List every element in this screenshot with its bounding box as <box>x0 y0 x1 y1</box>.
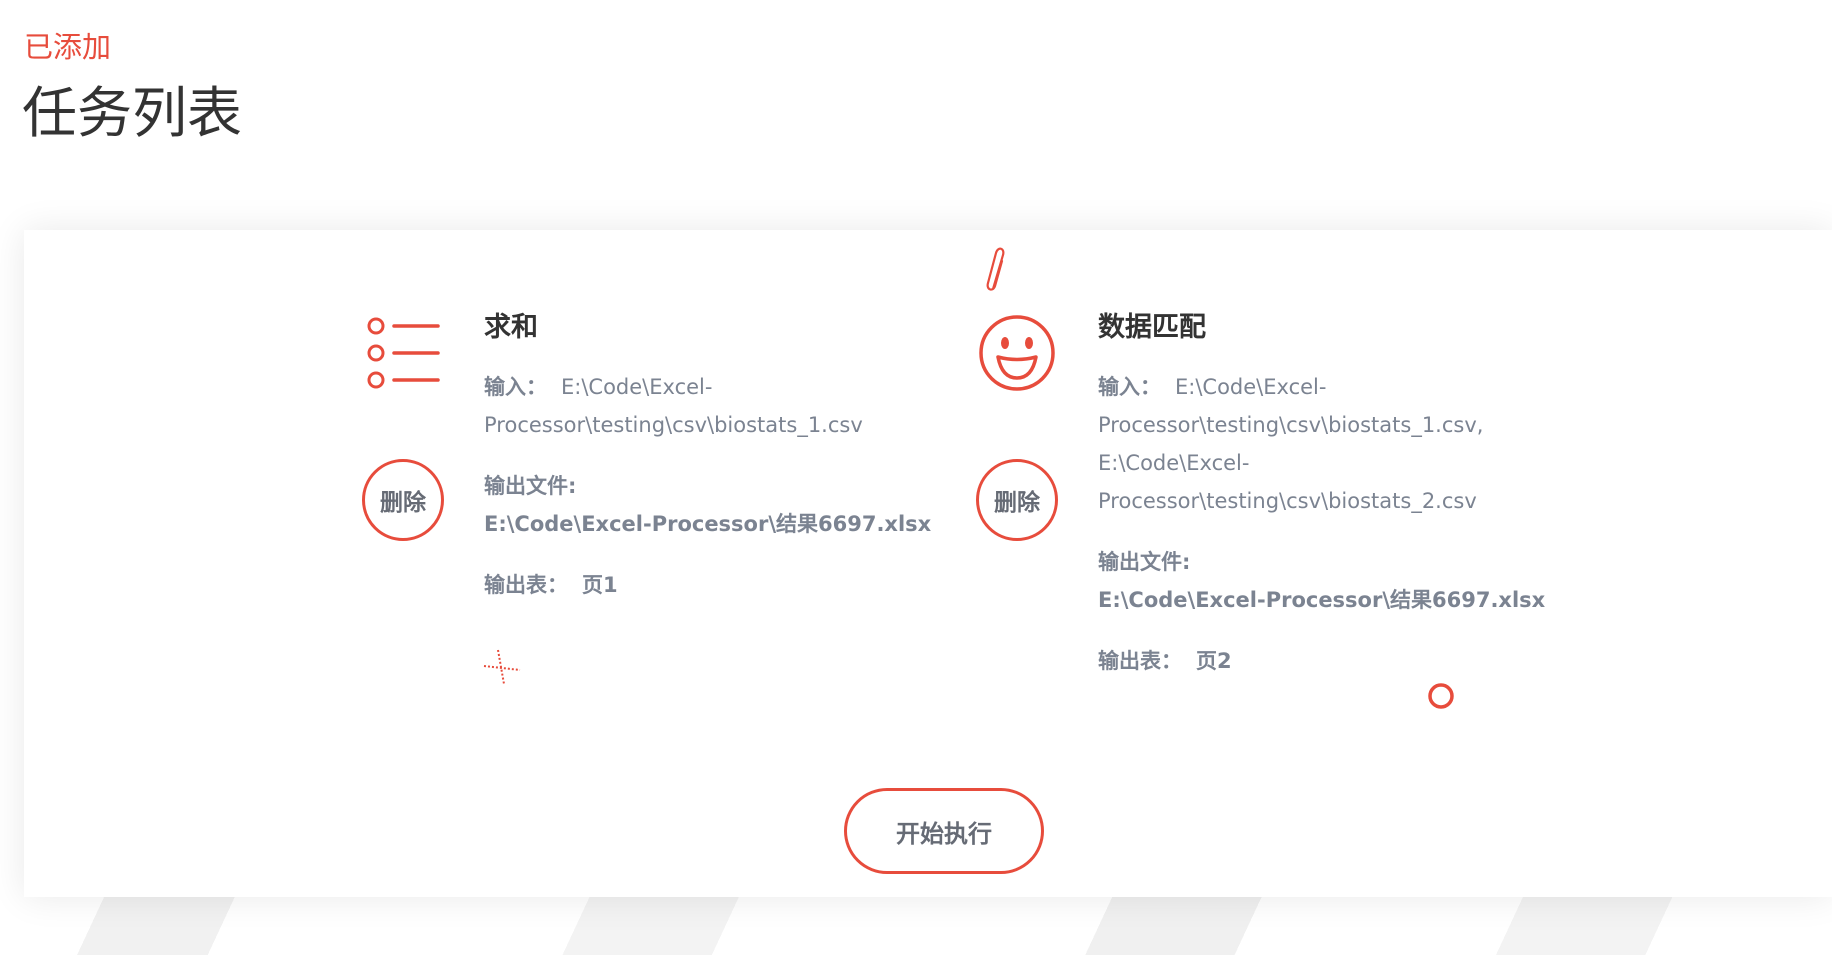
task-details: 求和 输入： E:\Code\Excel-Processor\testing\cs… <box>484 310 1004 627</box>
input-field: 输入： E:\Code\Excel-Processor\testing\csv\b… <box>484 368 1004 444</box>
input-label: 输入： <box>1098 375 1161 399</box>
list-icon <box>367 317 440 389</box>
page-title: 任务列表 <box>22 81 243 145</box>
output-file-field: 输出文件: E:\Code\Excel-Processor\结果6697.xls… <box>1098 543 1618 619</box>
output-file-label: 输出文件: <box>1098 550 1191 574</box>
output-file-value: E:\Code\Excel-Processor\结果6697.xlsx <box>484 512 932 536</box>
smiley-icon <box>979 315 1055 391</box>
output-sheet-label: 输出表： <box>1098 649 1182 673</box>
task-name: 求和 <box>484 312 538 343</box>
output-sheet-value: 页2 <box>1196 649 1232 673</box>
task-details: 数据匹配 输入： E:\Code\Excel-Processor\testing\… <box>1098 310 1618 703</box>
output-sheet-label: 输出表： <box>484 573 568 597</box>
task-list-panel: 删除 求和 输入： E:\Code\Excel-Processor\testing… <box>24 230 1832 897</box>
output-file-field: 输出文件: E:\Code\Excel-Processor\结果6697.xls… <box>484 467 1004 543</box>
output-file-value: E:\Code\Excel-Processor\结果6697.xlsx <box>1098 588 1546 612</box>
task-name: 数据匹配 <box>1098 312 1206 343</box>
delete-button[interactable]: 删除 <box>976 459 1058 541</box>
section-eyebrow: 已添加 <box>24 30 112 64</box>
start-execution-button[interactable]: 开始执行 <box>844 788 1044 874</box>
delete-button[interactable]: 删除 <box>362 459 444 541</box>
input-field: 输入： E:\Code\Excel-Processor\testing\csv\b… <box>1098 368 1498 520</box>
output-sheet-value: 页1 <box>582 573 618 597</box>
output-file-label: 输出文件: <box>484 474 577 498</box>
paperclip-icon <box>986 247 1005 291</box>
output-sheet-field: 输出表： 页2 <box>1098 642 1618 680</box>
sparkle-cross-icon <box>483 649 521 685</box>
input-label: 输入： <box>484 375 547 399</box>
output-sheet-field: 输出表： 页1 <box>484 566 1004 604</box>
